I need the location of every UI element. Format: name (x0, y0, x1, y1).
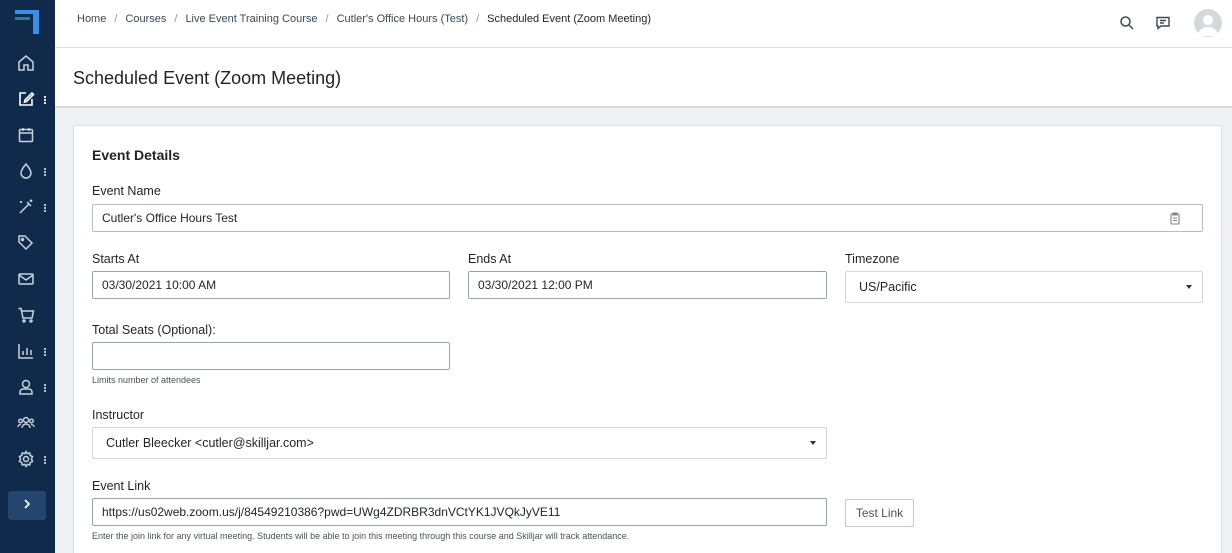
ends-at-label: Ends At (468, 252, 512, 266)
breadcrumb-separator: / (114, 13, 118, 25)
top-bar: Home / Courses / Live Event Training Cou… (55, 0, 1232, 48)
section-title: Event Details (92, 147, 180, 163)
sidebar-item-tags[interactable] (0, 225, 55, 261)
home-icon (17, 54, 35, 72)
chevron-right-icon (22, 497, 32, 515)
total-seats-label: Total Seats (Optional): (92, 323, 216, 337)
more-options-icon[interactable] (43, 345, 47, 357)
sidebar-item-magic[interactable] (0, 189, 55, 225)
total-seats-input[interactable] (92, 342, 450, 370)
timezone-value: US/Pacific (859, 280, 917, 294)
breadcrumb: Home / Courses / Live Event Training Cou… (77, 13, 651, 25)
event-name-value: Cutler's Office Hours Test (102, 211, 238, 225)
sidebar-item-calendar[interactable] (0, 117, 55, 153)
breadcrumb-current: Scheduled Event (Zoom Meeting) (487, 13, 651, 25)
caret-down-icon (1186, 285, 1192, 289)
calendar-icon (17, 126, 35, 144)
breadcrumb-course[interactable]: Live Event Training Course (185, 13, 317, 25)
droplet-icon (17, 162, 35, 180)
more-options-icon[interactable] (43, 165, 47, 177)
more-options-icon[interactable] (43, 453, 47, 465)
sidebar-item-home[interactable] (0, 45, 55, 81)
sidebar-item-settings[interactable] (0, 441, 55, 477)
event-name-input[interactable]: Cutler's Office Hours Test (92, 204, 1203, 232)
more-options-icon[interactable] (43, 381, 47, 393)
edit-icon (17, 90, 35, 108)
sidebar (0, 0, 55, 553)
expand-sidebar-button[interactable] (8, 491, 46, 520)
gear-icon (17, 450, 35, 468)
tags-icon (17, 234, 35, 252)
breadcrumb-separator: / (325, 13, 329, 25)
breadcrumb-separator: / (174, 13, 178, 25)
ends-at-value: 03/30/2021 12:00 PM (478, 278, 593, 292)
total-seats-help: Limits number of attendees (92, 375, 201, 385)
more-options-icon[interactable] (43, 201, 47, 213)
starts-at-label: Starts At (92, 252, 140, 266)
avatar[interactable] (1194, 9, 1222, 37)
breadcrumb-courses[interactable]: Courses (125, 13, 166, 25)
bar-chart-icon (17, 342, 35, 360)
starts-at-input[interactable]: 03/30/2021 10:00 AM (92, 271, 450, 299)
title-bar: Scheduled Event (Zoom Meeting) (55, 48, 1232, 108)
starts-at-value: 03/30/2021 10:00 AM (102, 278, 217, 292)
event-details-card: Event Details Event Name Cutler's Office… (73, 125, 1222, 553)
cart-icon (17, 306, 35, 324)
instructor-value: Cutler Bleecker <cutler@skilljar.com> (106, 436, 314, 450)
sidebar-item-users[interactable] (0, 405, 55, 441)
event-link-label: Event Link (92, 479, 151, 493)
users-icon (17, 414, 35, 432)
instructor-select[interactable]: Cutler Bleecker <cutler@skilljar.com> (92, 427, 827, 459)
sidebar-item-edit[interactable] (0, 81, 55, 117)
sidebar-item-cart[interactable] (0, 297, 55, 333)
magic-wand-icon (17, 198, 35, 216)
sidebar-item-user[interactable] (0, 369, 55, 405)
page-title: Scheduled Event (Zoom Meeting) (73, 68, 342, 88)
sidebar-item-reports[interactable] (0, 333, 55, 369)
sidebar-item-droplet[interactable] (0, 153, 55, 189)
timezone-select[interactable]: US/Pacific (845, 271, 1203, 303)
event-link-input[interactable]: https://us02web.zoom.us/j/84549210386?pw… (92, 498, 827, 526)
event-link-help: Enter the join link for any virtual meet… (92, 531, 630, 541)
instructor-label: Instructor (92, 408, 145, 422)
app-logo-icon[interactable] (14, 9, 40, 35)
breadcrumb-home[interactable]: Home (77, 13, 106, 25)
comment-icon[interactable] (1155, 15, 1171, 31)
test-link-button[interactable]: Test Link (845, 499, 914, 527)
caret-down-icon (810, 441, 816, 445)
clipboard-icon[interactable] (1170, 212, 1180, 228)
mail-icon (17, 270, 35, 288)
ends-at-input[interactable]: 03/30/2021 12:00 PM (468, 271, 827, 299)
more-options-icon[interactable] (43, 93, 47, 105)
user-icon (17, 378, 35, 396)
sidebar-item-mail[interactable] (0, 261, 55, 297)
search-icon[interactable] (1119, 15, 1135, 31)
breadcrumb-lesson[interactable]: Cutler's Office Hours (Test) (337, 13, 468, 25)
breadcrumb-separator: / (476, 13, 480, 25)
timezone-label: Timezone (845, 252, 900, 266)
event-name-label: Event Name (92, 184, 161, 198)
event-link-value: https://us02web.zoom.us/j/84549210386?pw… (102, 505, 561, 519)
